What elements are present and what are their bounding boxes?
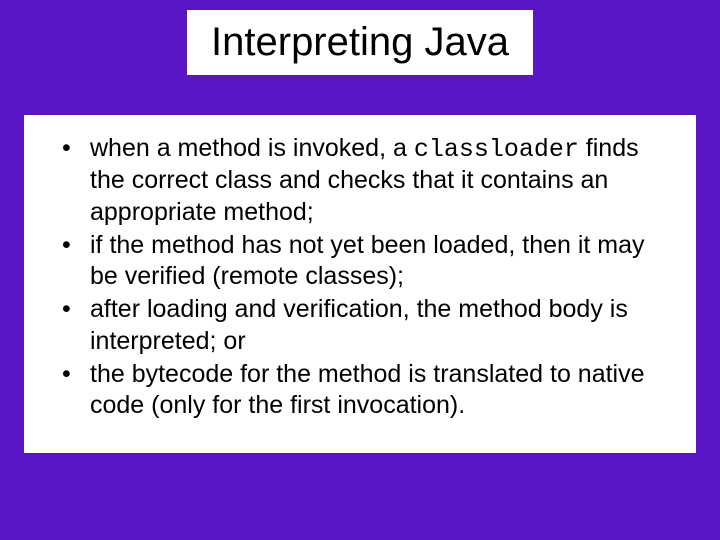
bullet-item: the bytecode for the method is translate… (52, 359, 668, 422)
code-term: classloader (414, 135, 579, 164)
bullet-text: the bytecode for the method is translate… (90, 360, 645, 419)
bullet-item: if the method has not yet been loaded, t… (52, 230, 668, 293)
bullet-text: if the method has not yet been loaded, t… (90, 231, 645, 290)
content-box: when a method is invoked, a classloader … (24, 115, 696, 453)
bullet-list: when a method is invoked, a classloader … (52, 133, 668, 421)
slide: Interpreting Java when a method is invok… (0, 0, 720, 540)
bullet-item: when a method is invoked, a classloader … (52, 133, 668, 228)
bullet-item: after loading and verification, the meth… (52, 294, 668, 357)
title-box: Interpreting Java (187, 10, 533, 75)
bullet-text: when a method is invoked, a (90, 134, 414, 162)
slide-title: Interpreting Java (211, 20, 509, 65)
bullet-text: after loading and verification, the meth… (90, 295, 628, 354)
